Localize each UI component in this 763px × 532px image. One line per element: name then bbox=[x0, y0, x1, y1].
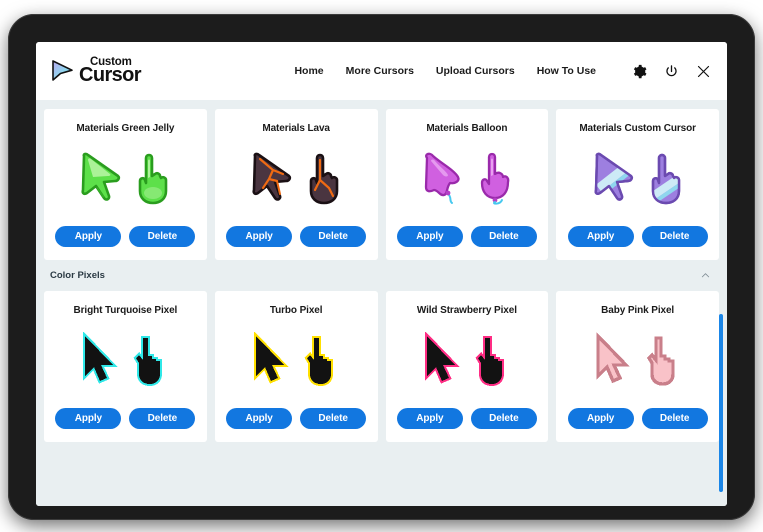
cursor-card-title: Materials Balloon bbox=[426, 123, 508, 134]
materials-row: Materials Green Jelly Apply Delete Mater… bbox=[36, 100, 727, 260]
close-icon[interactable] bbox=[696, 64, 711, 79]
pixel-hand-cursor-icon bbox=[304, 336, 334, 387]
pixel-hand-cursor-icon bbox=[646, 336, 675, 386]
chevron-up-icon[interactable] bbox=[700, 270, 711, 281]
app-header: Custom Cursor Home More Cursors Upload C… bbox=[36, 42, 727, 100]
pixel-arrow-cursor-icon bbox=[254, 332, 289, 384]
delete-button[interactable]: Delete bbox=[470, 408, 537, 429]
section-title: Color Pixels bbox=[50, 270, 105, 281]
cursor-preview-pair bbox=[248, 320, 344, 402]
apply-button[interactable]: Apply bbox=[226, 226, 293, 247]
cursor-card[interactable]: Materials Balloon Apply Delete bbox=[385, 109, 549, 260]
delete-button[interactable]: Delete bbox=[129, 408, 196, 429]
card-actions: Apply Delete bbox=[567, 408, 708, 429]
pixel-hand-cursor-icon bbox=[133, 336, 163, 387]
jelly-arrow-cursor-icon bbox=[81, 152, 121, 201]
apply-button[interactable]: Apply bbox=[567, 226, 634, 247]
cursor-arrow-logo-icon bbox=[52, 60, 73, 81]
jelly-hand-cursor-icon bbox=[309, 153, 339, 205]
cursor-card-title: Baby Pink Pixel bbox=[601, 305, 675, 316]
balloon-arrow-cursor-icon bbox=[424, 152, 460, 204]
logo-wordmark: Custom Cursor bbox=[79, 56, 142, 87]
cursor-card[interactable]: Baby Pink Pixel Apply Delete bbox=[556, 291, 719, 442]
cursor-preview-pair bbox=[418, 138, 516, 220]
apply-button[interactable]: Apply bbox=[55, 408, 122, 429]
pixel-arrow-cursor-icon bbox=[83, 332, 119, 384]
apply-button[interactable]: Apply bbox=[226, 408, 293, 429]
cursor-preview-pair bbox=[76, 138, 174, 220]
main-nav: Home More Cursors Upload Cursors How To … bbox=[294, 64, 711, 79]
cursor-card[interactable]: Turbo Pixel Apply Delete bbox=[214, 291, 378, 442]
app-logo[interactable]: Custom Cursor bbox=[50, 56, 142, 87]
power-icon[interactable] bbox=[664, 64, 679, 79]
pixel-hand-cursor-icon bbox=[475, 336, 504, 387]
nav-home[interactable]: Home bbox=[294, 65, 323, 77]
cursor-preview-pair bbox=[590, 320, 686, 402]
cursor-preview-pair bbox=[77, 320, 173, 402]
cursor-preview-pair bbox=[247, 138, 345, 220]
cursor-card[interactable]: Bright Turquoise Pixel Apply Delete bbox=[44, 291, 207, 442]
cursor-card-title: Bright Turquoise Pixel bbox=[73, 305, 178, 316]
pixel-arrow-cursor-icon bbox=[424, 332, 460, 384]
apply-button[interactable]: Apply bbox=[55, 226, 122, 247]
striped-hand-cursor-icon bbox=[651, 153, 680, 205]
card-actions: Apply Delete bbox=[567, 226, 708, 247]
card-actions: Apply Delete bbox=[396, 226, 537, 247]
cursor-card[interactable]: Materials Custom Cursor Apply Delete bbox=[556, 109, 719, 260]
apply-button[interactable]: Apply bbox=[567, 408, 634, 429]
apply-button[interactable]: Apply bbox=[396, 226, 463, 247]
delete-button[interactable]: Delete bbox=[470, 226, 537, 247]
delete-button[interactable]: Delete bbox=[129, 226, 196, 247]
pixel-arrow-cursor-icon bbox=[595, 332, 630, 384]
nav-more-cursors[interactable]: More Cursors bbox=[346, 65, 414, 77]
cursor-card-title: Wild Strawberry Pixel bbox=[416, 305, 517, 316]
cursor-card[interactable]: Materials Green Jelly Apply Delete bbox=[44, 109, 207, 260]
jelly-arrow-cursor-icon bbox=[252, 152, 292, 201]
vertical-scrollbar[interactable] bbox=[719, 314, 723, 492]
logo-bottom-word: Cursor bbox=[79, 64, 142, 87]
cursor-card-title: Turbo Pixel bbox=[269, 305, 323, 316]
cursor-card[interactable]: Materials Lava Apply Delete bbox=[214, 109, 378, 260]
cursor-card-title: Materials Custom Cursor bbox=[579, 123, 696, 134]
card-actions: Apply Delete bbox=[55, 408, 196, 429]
apply-button[interactable]: Apply bbox=[396, 408, 463, 429]
color-pixels-row: Bright Turquoise Pixel Apply Delete Turb… bbox=[36, 291, 727, 442]
cursor-card-title: Materials Green Jelly bbox=[76, 123, 175, 134]
cursor-preview-pair bbox=[419, 320, 515, 402]
cursor-content-area: Materials Green Jelly Apply Delete Mater… bbox=[36, 100, 727, 506]
section-header-color-pixels[interactable]: Color Pixels bbox=[36, 260, 727, 291]
nav-how-to-use[interactable]: How To Use bbox=[537, 65, 596, 77]
delete-button[interactable]: Delete bbox=[300, 408, 367, 429]
balloon-hand-cursor-icon bbox=[480, 152, 510, 205]
gear-icon[interactable] bbox=[632, 64, 647, 79]
card-actions: Apply Delete bbox=[226, 408, 367, 429]
striped-arrow-cursor-icon bbox=[594, 152, 633, 201]
card-actions: Apply Delete bbox=[396, 408, 537, 429]
cursor-card-title: Materials Lava bbox=[262, 123, 330, 134]
delete-button[interactable]: Delete bbox=[300, 226, 367, 247]
jelly-hand-cursor-icon bbox=[139, 153, 168, 205]
nav-upload-cursors[interactable]: Upload Cursors bbox=[436, 65, 515, 77]
header-icon-group bbox=[632, 64, 711, 79]
delete-button[interactable]: Delete bbox=[641, 408, 708, 429]
cursor-card[interactable]: Wild Strawberry Pixel Apply Delete bbox=[385, 291, 549, 442]
delete-button[interactable]: Delete bbox=[641, 226, 708, 247]
device-frame: Custom Cursor Home More Cursors Upload C… bbox=[8, 14, 755, 520]
cursor-preview-pair bbox=[589, 138, 687, 220]
app-screen: Custom Cursor Home More Cursors Upload C… bbox=[36, 42, 727, 506]
card-actions: Apply Delete bbox=[55, 226, 196, 247]
card-actions: Apply Delete bbox=[226, 226, 367, 247]
